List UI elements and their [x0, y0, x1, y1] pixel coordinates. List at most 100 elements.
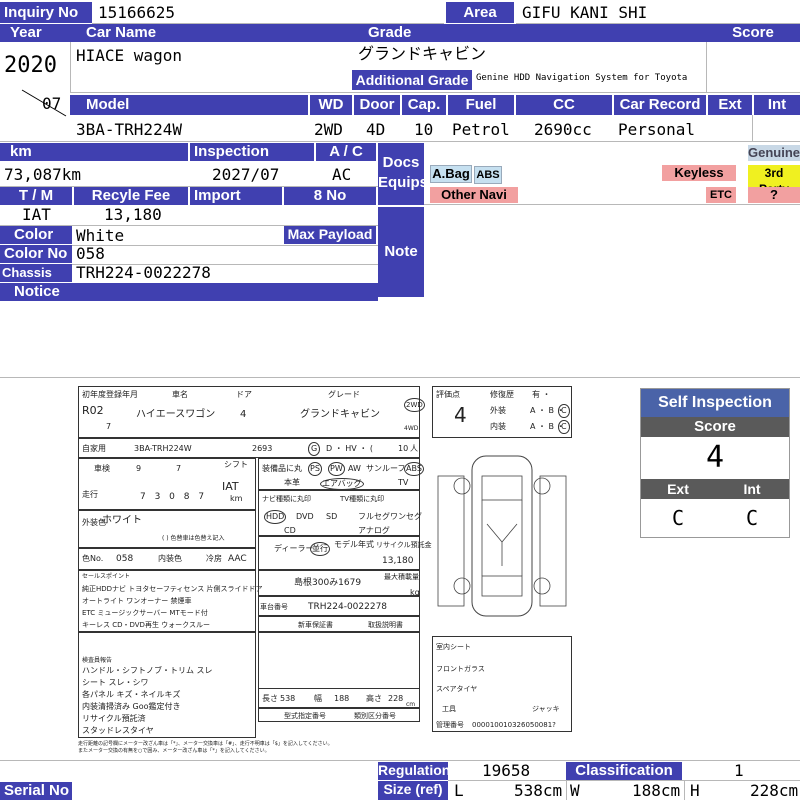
score-label: Score [706, 24, 800, 42]
sheet-colorno-label: 色No. [82, 554, 104, 563]
recycle-fee-value: 13,180 [104, 205, 162, 224]
sheet-dvd: DVD [296, 512, 314, 521]
regulation-value: 19658 [482, 761, 531, 780]
tm-value: IAT [22, 205, 51, 224]
inquiry-no-value: 15166625 [98, 3, 176, 22]
serial-no-label: Serial No [0, 782, 72, 800]
sheet-leather: 本革 [284, 478, 300, 487]
sheet-door-label: ドア [236, 390, 252, 399]
ac-value: AC [332, 165, 352, 184]
sheet-ac: AAC [228, 554, 247, 564]
sheet-color-note: ( ) 色替車は色替え記入 [162, 535, 225, 542]
color-no-value: 058 [76, 244, 105, 263]
regulation-label: Regulation [378, 762, 451, 780]
wd-value: 2WD [314, 120, 343, 139]
sheet-tv: TV [398, 478, 409, 487]
classification-value: 1 [734, 761, 744, 780]
sheet-note-3: 各パネル キズ・ネイルキズ [82, 690, 181, 699]
int-label: Int [754, 95, 800, 115]
inspection-value: 2027/07 [212, 165, 280, 184]
ext-label: Ext [708, 95, 752, 115]
self-int-label: Int [715, 479, 789, 499]
sheet-recycle-label: リサイクル預託金 [376, 541, 432, 549]
sheet-spare: スペアタイヤ [436, 685, 478, 693]
sheet-fuel-rest: D ・ HV ・ ( [326, 444, 373, 453]
docs-label-text: Docs [382, 154, 420, 171]
sheet-tvtype-label: TV種類に丸印 [340, 495, 385, 503]
car-damage-diagram [437, 455, 567, 617]
sheet-aw: AW [348, 464, 361, 473]
sheet-chassis-label: 車台番号 [260, 603, 288, 611]
sheet-carname-label: 車名 [172, 390, 188, 399]
sheet-point-2: オートライト ワンオーナー 禁煙車 [82, 597, 192, 605]
sheet-jack: ジャッキ [532, 705, 560, 713]
max-payload-label: Max Payload [284, 226, 376, 244]
sheet-ps: PS [308, 462, 322, 476]
sheet-notes-label: 検査員報告 [82, 657, 113, 664]
color-no-label: Color No [0, 245, 72, 263]
sheet-model-year: モデル年式 [334, 540, 374, 549]
docs-label: Docs Equips [378, 143, 428, 205]
sheet-analog: アナログ [358, 526, 390, 535]
note-label: Note [378, 207, 424, 297]
color-label: Color [0, 226, 72, 244]
sheet-year-label: 初年度登録年月 [82, 390, 138, 399]
tm-label: T / M [0, 187, 72, 205]
sheet-use-label: 自家用 [82, 444, 106, 453]
model-label: Model [70, 95, 308, 115]
sheet-insp-label: 車検 [94, 464, 110, 473]
sheet-oneseg: ワンセグ [390, 512, 422, 521]
auction-sheet: 初年度登録年月 車名 ドア グレード R02 7 ハイエースワゴン 4 グランド… [72, 382, 578, 754]
inquiry-no-label: Inquiry No [0, 2, 92, 23]
sheet-type-label: 型式指定番号 [284, 712, 326, 720]
size-h-value: 228cm [750, 781, 799, 800]
cap-label: Cap. [402, 95, 446, 115]
grade-value: グランドキャビン [358, 44, 487, 63]
sheet-airbag: エアバッグ [320, 478, 364, 490]
sheet-int-grade: C [558, 420, 570, 434]
sheet-repair-val: 有 ・ [532, 390, 551, 399]
sheet-parallel: 並行 [310, 542, 330, 556]
size-h-label: H [690, 781, 700, 800]
sheet-grade: グランドキャビン [300, 409, 380, 420]
sheet-ac-label: 冷房 [206, 554, 222, 563]
sheet-length: 538 [280, 694, 296, 703]
sheet-mileage-label: 走行 [82, 490, 98, 499]
notice-label: Notice [0, 283, 378, 301]
model-value: 3BA-TRH224W [76, 120, 182, 139]
door-label: Door [354, 95, 400, 115]
km-label: km [0, 143, 188, 161]
equip-abag: A.Bag [430, 165, 472, 183]
sheet-wd4: 4WD [404, 425, 419, 432]
sheet-km-digits: 7 3 0 8 7 [140, 492, 208, 502]
sheet-cd: CD [284, 526, 296, 535]
sheet-door: 4 [240, 409, 247, 420]
sheet-int-label: 内装 [490, 422, 506, 431]
sheet-dealer: ディーラー [274, 544, 314, 553]
sheet-width-label: 幅 [314, 694, 322, 703]
sheet-tools: 工具 [442, 705, 456, 713]
self-ext-value: C [671, 506, 685, 530]
classification-label: Classification [566, 762, 682, 780]
sheet-month: 7 [106, 422, 112, 431]
size-l-label: L [454, 781, 464, 800]
month-value: 07 [42, 94, 62, 113]
fuel-value: Petrol [452, 120, 510, 139]
sheet-point-4: キーレス CD・DVD再生 ウォークスルー [82, 621, 210, 629]
ac-label: A / C [316, 143, 376, 161]
sheet-shift: IAT [222, 480, 239, 493]
sheet-wd: 2WD [404, 398, 425, 412]
sheet-footer-2: またメーター交換の有無を○で囲み、メーター改ざん車は「*」を記入してください。 [78, 748, 270, 754]
sheet-windshield: フロントガラス [436, 665, 485, 673]
sheet-point-3: ETC ミュージックサーバー MTモード付 [82, 609, 208, 617]
sheet-score-label: 評価点 [436, 390, 460, 399]
grade-label: Grade [352, 24, 706, 42]
sheet-ext-grade: C [558, 404, 570, 418]
chassis-no-label: Chassis No [0, 264, 72, 297]
size-ref-label: Size (ref) [378, 781, 448, 800]
import-label: Import [190, 187, 282, 205]
car-record-value: Personal [618, 120, 696, 139]
sheet-shift-label: シフト [224, 460, 248, 469]
sheet-points-label: セールスポイント [82, 573, 131, 580]
self-score-label: Score [641, 417, 789, 437]
